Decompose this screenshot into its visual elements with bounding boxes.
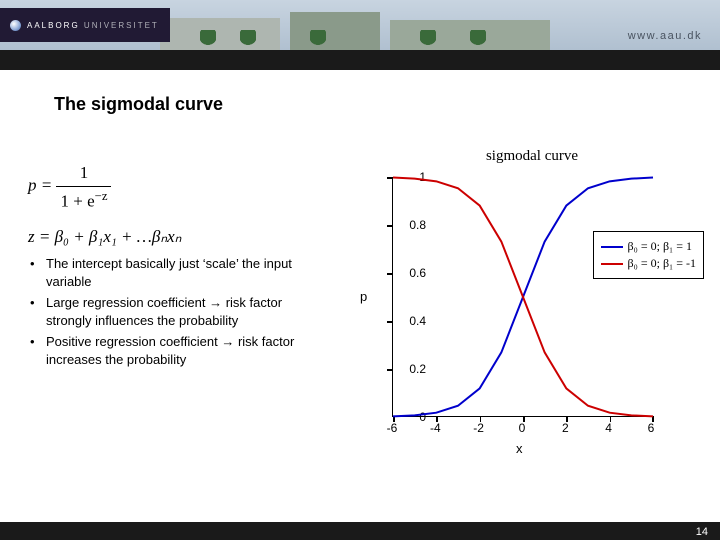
header-banner: AALBORG UNIVERSITET www.aau.dk — [0, 0, 720, 70]
footer-bar: 14 — [0, 522, 720, 540]
legend-label: β₀ = 0; β₁ = 1 — [628, 239, 692, 254]
legend-swatch-red — [601, 263, 623, 265]
bullet-list: The intercept basically just ‘scale’ the… — [22, 255, 322, 372]
x-tick-label: -6 — [387, 421, 398, 435]
list-item: The intercept basically just ‘scale’ the… — [22, 255, 322, 290]
banner-strip — [0, 50, 720, 70]
curve-negative — [393, 177, 653, 416]
sigmoid-chart: 1 0.8 0.6 0.4 0.2 0 p -6 -4 -2 0 — [352, 169, 692, 459]
legend-label: β₀ = 0; β₁ = -1 — [628, 256, 696, 271]
university-logo: AALBORG UNIVERSITET — [0, 8, 170, 42]
list-item: Large regression coefficient → risk fact… — [22, 294, 322, 329]
x-tick-label: 0 — [519, 421, 526, 435]
logo-globe-icon — [10, 20, 21, 31]
formula-block: p = 1 1 + e−z z = β₀ + β₁x₁ + …βₙxₙ — [28, 160, 181, 249]
x-axis-label: x — [516, 441, 523, 456]
chart-curves — [393, 177, 653, 417]
legend-item: β₀ = 0; β₁ = -1 — [601, 256, 696, 271]
chart-title: sigmodal curve — [352, 148, 712, 165]
x-tick-label: 6 — [648, 421, 655, 435]
list-item: Positive regression coefficient → risk f… — [22, 333, 322, 368]
x-tick-label: -4 — [430, 421, 441, 435]
x-tick-label: 2 — [562, 421, 569, 435]
y-axis-label: p — [360, 289, 367, 304]
legend-swatch-blue — [601, 246, 623, 248]
formula-p: p = 1 1 + e−z — [28, 160, 181, 214]
site-url: www.aau.dk — [628, 30, 702, 42]
formula-z: z = β₀ + β₁x₁ + …βₙxₙ — [28, 224, 181, 250]
legend-item: β₀ = 0; β₁ = 1 — [601, 239, 696, 254]
x-tick-label: 4 — [605, 421, 612, 435]
x-tick-label: -2 — [473, 421, 484, 435]
page-title: The sigmodal curve — [54, 94, 720, 115]
chart-legend: β₀ = 0; β₁ = 1 β₀ = 0; β₁ = -1 — [593, 231, 704, 279]
plot-area — [392, 177, 652, 417]
logo-text: AALBORG UNIVERSITET — [27, 21, 159, 30]
chart-container: sigmodal curve 1 0.8 0.6 0.4 0.2 0 p — [352, 148, 712, 459]
page-number: 14 — [696, 526, 708, 538]
